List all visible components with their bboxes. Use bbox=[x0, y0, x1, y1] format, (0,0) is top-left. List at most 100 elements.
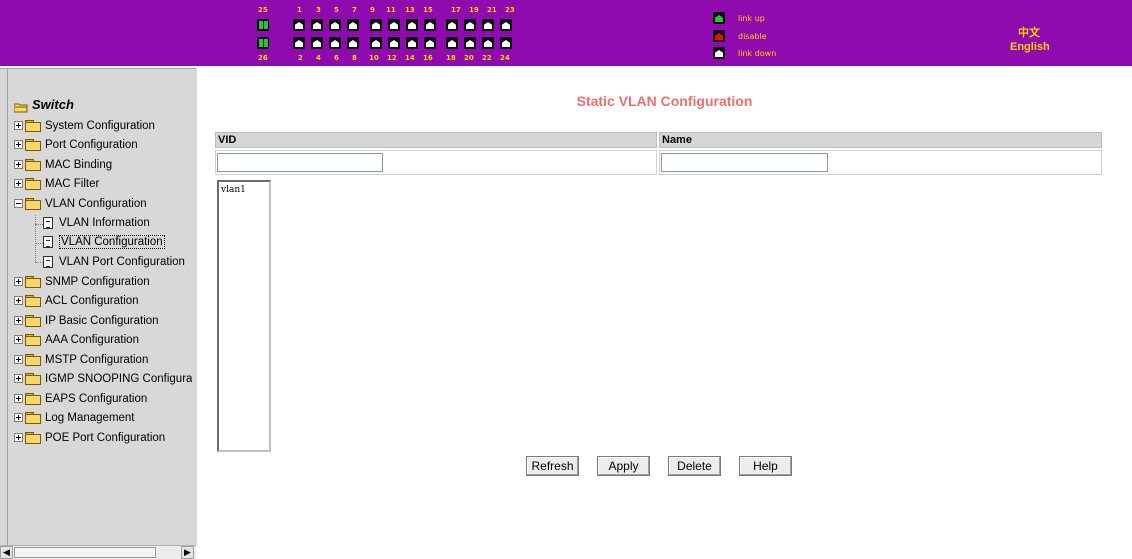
sidebar-item-port-configuration[interactable]: Port Configuration bbox=[14, 137, 138, 153]
expand-icon[interactable] bbox=[14, 296, 23, 306]
port-20-icon[interactable] bbox=[464, 37, 476, 49]
refresh-button[interactable]: Refresh bbox=[526, 456, 579, 476]
expand-icon[interactable] bbox=[14, 355, 23, 365]
expand-icon[interactable] bbox=[14, 121, 23, 131]
port-8-icon[interactable] bbox=[347, 37, 359, 49]
sidebar-item-label: ACL Configuration bbox=[45, 295, 139, 307]
port-4-icon[interactable] bbox=[311, 37, 323, 49]
port-25-fiber-icon[interactable] bbox=[257, 19, 269, 31]
port-18-icon[interactable] bbox=[446, 37, 458, 49]
port-12-icon[interactable] bbox=[388, 37, 400, 49]
sidebar-item-system-configuration[interactable]: System Configuration bbox=[14, 118, 155, 134]
port-17-icon[interactable] bbox=[446, 19, 458, 31]
port-10-icon[interactable] bbox=[370, 37, 382, 49]
port-6-icon[interactable] bbox=[329, 37, 341, 49]
sidebar-item-eaps-configuration[interactable]: EAPS Configuration bbox=[14, 391, 147, 407]
expand-icon[interactable] bbox=[14, 316, 23, 326]
port-status-header: 25 1 3 5 7 9 11 13 15 17 19 21 23 26 2 4… bbox=[0, 0, 1132, 66]
port-1-icon[interactable] bbox=[293, 19, 305, 31]
folder-icon bbox=[25, 393, 41, 406]
language-chinese-link[interactable]: 中文 bbox=[1018, 24, 1040, 40]
sidebar-horizontal-scrollbar[interactable]: ◀ ▶ bbox=[0, 545, 196, 559]
port-15-icon[interactable] bbox=[424, 19, 436, 31]
port-5-icon[interactable] bbox=[329, 19, 341, 31]
folder-icon bbox=[25, 354, 41, 367]
help-button[interactable]: Help bbox=[739, 456, 792, 476]
sidebar-item-label: MAC Binding bbox=[45, 159, 113, 171]
sidebar-item-snmp-configuration[interactable]: SNMP Configuration bbox=[14, 274, 150, 290]
sidebar-item-igmp-snooping-configuration[interactable]: IGMP SNOOPING Configura bbox=[14, 371, 192, 387]
sidebar-item-log-management[interactable]: Log Management bbox=[14, 410, 135, 426]
scrollbar-thumb[interactable] bbox=[14, 547, 156, 558]
folder-icon bbox=[25, 334, 41, 347]
port-23-icon[interactable] bbox=[500, 19, 512, 31]
port-21-icon[interactable] bbox=[482, 19, 494, 31]
sidebar-item-mstp-configuration[interactable]: MSTP Configuration bbox=[14, 352, 148, 368]
expand-icon[interactable] bbox=[14, 140, 23, 150]
folder-icon bbox=[25, 120, 41, 133]
port-7-icon[interactable] bbox=[347, 19, 359, 31]
sidebar-item-poe-port-configuration[interactable]: POE Port Configuration bbox=[14, 430, 165, 446]
sidebar-item-label: Port Configuration bbox=[45, 139, 138, 151]
collapse-icon[interactable] bbox=[14, 199, 23, 209]
port-13-icon[interactable] bbox=[406, 19, 418, 31]
port-26-fiber-icon[interactable] bbox=[257, 37, 269, 49]
sidebar-item-label: MAC Filter bbox=[45, 178, 100, 190]
sidebar-item-mac-binding[interactable]: MAC Binding bbox=[14, 157, 112, 173]
port-label-14: 14 bbox=[405, 54, 415, 62]
port-label-11: 11 bbox=[386, 6, 396, 14]
tree-connector bbox=[35, 215, 36, 262]
link-up-legend-icon bbox=[713, 12, 725, 24]
port-3-icon[interactable] bbox=[311, 19, 323, 31]
expand-icon[interactable] bbox=[14, 335, 23, 345]
folder-icon bbox=[25, 315, 41, 328]
sidebar-item-aaa-configuration[interactable]: AAA Configuration bbox=[14, 332, 139, 348]
language-english-link[interactable]: English bbox=[1010, 41, 1050, 53]
sidebar-item-label: Log Management bbox=[45, 412, 135, 424]
port-label-7: 7 bbox=[352, 6, 357, 14]
link-down-legend-label: link down bbox=[738, 49, 777, 58]
vlan-list-item[interactable]: vlan1 bbox=[219, 182, 269, 195]
name-column-header: Name bbox=[659, 132, 1102, 148]
tree-root-switch[interactable]: Switch bbox=[13, 97, 74, 113]
sidebar-item-ip-basic-configuration[interactable]: IP Basic Configuration bbox=[14, 313, 159, 329]
port-label-16: 16 bbox=[423, 54, 433, 62]
sidebar-item-vlan-configuration-page[interactable]: VLAN Configuration bbox=[43, 234, 165, 250]
sidebar-item-acl-configuration[interactable]: ACL Configuration bbox=[14, 293, 139, 309]
link-down-legend-icon bbox=[713, 47, 725, 59]
port-2-icon[interactable] bbox=[293, 37, 305, 49]
delete-button[interactable]: Delete bbox=[668, 456, 721, 476]
port-11-icon[interactable] bbox=[388, 19, 400, 31]
port-19-icon[interactable] bbox=[464, 19, 476, 31]
sidebar-item-vlan-port-configuration[interactable]: VLAN Port Configuration bbox=[43, 254, 185, 270]
sidebar-item-vlan-information[interactable]: VLAN Information bbox=[43, 215, 150, 231]
port-label-19: 19 bbox=[469, 6, 479, 14]
expand-icon[interactable] bbox=[14, 433, 23, 443]
name-input[interactable] bbox=[661, 153, 828, 172]
port-24-icon[interactable] bbox=[500, 37, 512, 49]
folder-icon bbox=[25, 178, 41, 191]
scroll-right-icon[interactable]: ▶ bbox=[181, 546, 194, 559]
sidebar-item-vlan-configuration[interactable]: VLAN Configuration bbox=[14, 196, 147, 212]
sidebar-item-label: MSTP Configuration bbox=[45, 354, 149, 366]
disable-legend-icon bbox=[713, 30, 725, 42]
port-22-icon[interactable] bbox=[482, 37, 494, 49]
port-9-icon[interactable] bbox=[370, 19, 382, 31]
apply-button[interactable]: Apply bbox=[597, 456, 650, 476]
expand-icon[interactable] bbox=[14, 277, 23, 287]
expand-icon[interactable] bbox=[14, 179, 23, 189]
vid-input[interactable] bbox=[217, 153, 383, 172]
expand-icon[interactable] bbox=[14, 374, 23, 384]
expand-icon[interactable] bbox=[14, 394, 23, 404]
port-14-icon[interactable] bbox=[406, 37, 418, 49]
expand-icon[interactable] bbox=[14, 160, 23, 170]
sidebar-item-label: VLAN Port Configuration bbox=[59, 256, 185, 268]
sidebar-item-label: AAA Configuration bbox=[45, 334, 139, 346]
port-16-icon[interactable] bbox=[424, 37, 436, 49]
sidebar-item-mac-filter[interactable]: MAC Filter bbox=[14, 176, 99, 192]
scroll-left-icon[interactable]: ◀ bbox=[0, 546, 13, 559]
expand-icon[interactable] bbox=[14, 413, 23, 423]
page-icon bbox=[43, 216, 53, 229]
vlan-list-box[interactable]: vlan1 bbox=[217, 180, 271, 452]
port-label-20: 20 bbox=[464, 54, 474, 62]
